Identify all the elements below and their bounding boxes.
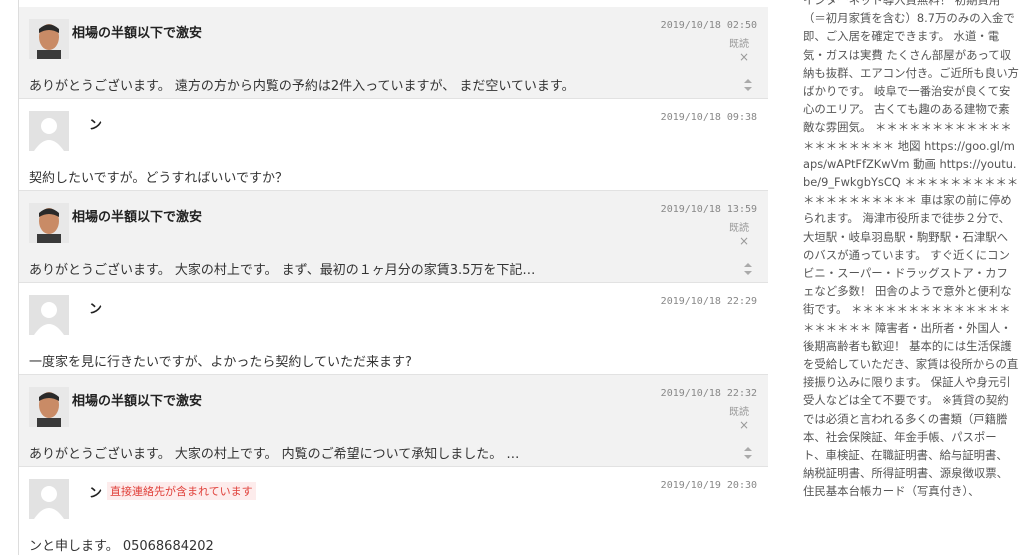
- message-date: 2019/10/18 09:38: [660, 112, 757, 123]
- sender-name[interactable]: ン: [89, 482, 102, 501]
- message-date: 2019/10/18 02:50: [660, 20, 757, 31]
- host-avatar[interactable]: [29, 19, 69, 59]
- guest-avatar[interactable]: [29, 111, 69, 151]
- expand-toggle-icon[interactable]: [743, 445, 753, 461]
- close-icon[interactable]: ×: [739, 418, 749, 432]
- message-body: ありがとうございます。 遠方の方から内覧の予約は2件入っていますが、 まだ空いて…: [29, 79, 575, 94]
- close-icon[interactable]: ×: [739, 234, 749, 248]
- message-body: ありがとうございます。 大家の村上です。 まず、最初の１ヶ月分の家賃3.5万を下…: [29, 263, 536, 278]
- message-body: ンと申します。 05068684202: [29, 539, 214, 554]
- message-item: ン 2019/10/18 09:38 契約したいですが。どうすればいいですか？: [19, 99, 768, 191]
- message-item: ン 直接連絡先が含まれています 2019/10/19 20:30 ンと申します。…: [19, 467, 768, 555]
- sender-name[interactable]: 相場の半額以下で激安: [72, 390, 202, 409]
- listing-description-panel: インターネット導入費無料！ 初期費用（＝初月家賃を含む）8.7万のみの入金で即、…: [803, 0, 1019, 555]
- read-status: 既読: [729, 39, 749, 50]
- message-body: 契約したいですが。どうすればいいですか？: [29, 171, 288, 186]
- message-body: ありがとうございます。 大家の村上です。 内覧のご希望について承知しました。 …: [29, 447, 520, 462]
- message-date: 2019/10/19 20:30: [660, 480, 757, 491]
- listing-description-text: インターネット導入費無料！ 初期費用（＝初月家賃を含む）8.7万のみの入金で即、…: [803, 0, 1019, 499]
- contact-warning-badge: 直接連絡先が含まれています: [107, 482, 256, 500]
- sender-name[interactable]: 相場の半額以下で激安: [72, 206, 202, 225]
- expand-toggle-icon[interactable]: [743, 77, 753, 93]
- host-avatar[interactable]: [29, 203, 69, 243]
- message-date: 2019/10/18 22:32: [660, 388, 757, 399]
- read-status: 既読: [729, 223, 749, 234]
- host-avatar[interactable]: [29, 387, 69, 427]
- message-item: 相場の半額以下で激安 2019/10/18 22:32 既読 × ありがとうござ…: [19, 375, 768, 467]
- guest-avatar[interactable]: [29, 479, 69, 519]
- close-icon[interactable]: ×: [739, 50, 749, 64]
- message-item: 相場の半額以下で激安 2019/10/18 13:59 既読 × ありがとうござ…: [19, 191, 768, 283]
- sender-name[interactable]: ン: [89, 298, 102, 317]
- message-date: 2019/10/18 13:59: [660, 204, 757, 215]
- message-thread: 相場の半額以下で激安 2019/10/18 02:50 既読 × ありがとうござ…: [18, 0, 768, 555]
- sender-name[interactable]: 相場の半額以下で激安: [72, 22, 202, 41]
- read-status: 既読: [729, 407, 749, 418]
- message-item: 相場の半額以下で激安 2019/10/18 02:50 既読 × ありがとうござ…: [19, 7, 768, 99]
- message-body: 一度家を見に行きたいですが、よかったら契約していただ来ます?: [29, 355, 412, 370]
- message-date: 2019/10/18 22:29: [660, 296, 757, 307]
- message-item: ン 2019/10/18 22:29 一度家を見に行きたいですが、よかったら契約…: [19, 283, 768, 375]
- expand-toggle-icon[interactable]: [743, 261, 753, 277]
- sender-name[interactable]: ン: [89, 114, 102, 133]
- guest-avatar[interactable]: [29, 295, 69, 335]
